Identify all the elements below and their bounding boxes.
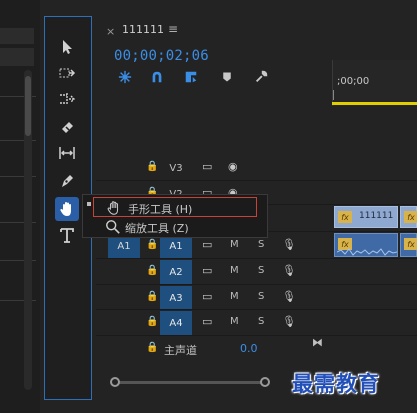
- track-divider: [96, 284, 417, 285]
- hand-tool-icon[interactable]: [55, 197, 79, 221]
- flyout-label: 缩放工具 (Z): [125, 222, 189, 235]
- mute-button[interactable]: M: [230, 265, 239, 276]
- slip-tool-icon[interactable]: [55, 141, 79, 165]
- watermark-text: 最需教育: [292, 371, 380, 396]
- ruler-timecode: ;00;00: [337, 76, 370, 87]
- selection-tool-icon[interactable]: [55, 35, 79, 59]
- playhead-timecode[interactable]: 00;00;02;06: [114, 48, 209, 64]
- track-divider: [96, 335, 417, 336]
- sync-lock-icon[interactable]: ▭: [202, 238, 212, 251]
- solo-button[interactable]: S: [258, 316, 264, 327]
- track-name-a4[interactable]: A4: [160, 311, 192, 335]
- mute-button[interactable]: M: [230, 291, 239, 302]
- voiceover-mic-icon[interactable]: 🎙: [282, 264, 296, 277]
- audio-waveform: [337, 248, 397, 256]
- master-track-label: 主声道: [164, 344, 197, 357]
- sync-lock-icon[interactable]: ▭: [202, 264, 212, 277]
- type-tool-icon[interactable]: [55, 223, 79, 247]
- track-row-a2: 🔒 A2 ▭ M S 🎙: [96, 260, 332, 284]
- razor-tool-icon[interactable]: [55, 115, 79, 139]
- track-row-v3: 🔒 V3 ▭ ◉: [96, 156, 332, 180]
- work-area-bar[interactable]: [332, 102, 417, 105]
- track-name-v3[interactable]: V3: [160, 156, 192, 180]
- scroll-handle-right[interactable]: [260, 377, 270, 387]
- hand-icon: [107, 201, 119, 215]
- sequence-tab-title[interactable]: 111111: [122, 23, 164, 36]
- track-divider: [96, 180, 417, 181]
- linked-selection-icon[interactable]: [182, 68, 200, 86]
- track-name-a2[interactable]: A2: [160, 260, 192, 284]
- panel-field-strip: [0, 48, 34, 66]
- mute-button[interactable]: M: [230, 239, 239, 250]
- sync-lock-icon[interactable]: ▭: [202, 290, 212, 303]
- video-clip[interactable]: fx 111111: [334, 206, 398, 228]
- track-divider: [96, 258, 417, 259]
- close-tab-icon[interactable]: ×: [106, 25, 115, 38]
- flyout-item-hand-tool[interactable]: 手形工具 (H): [93, 197, 257, 217]
- track-lock-icon[interactable]: 🔒: [146, 316, 158, 327]
- flyout-item-zoom-tool[interactable]: 缩放工具 (Z): [83, 217, 267, 237]
- video-clip[interactable]: fx: [400, 206, 417, 228]
- active-tool-dot: [87, 202, 91, 206]
- snap-magnet-icon[interactable]: [148, 68, 166, 86]
- track-select-forward-tool-icon[interactable]: [55, 61, 79, 85]
- zoom-scroll-bar[interactable]: [110, 376, 270, 388]
- magnifier-icon: [106, 220, 120, 234]
- track-lock-icon[interactable]: 🔒: [146, 291, 158, 302]
- track-name-a3[interactable]: A3: [160, 286, 192, 310]
- ruler-tick: [333, 90, 334, 100]
- track-divider: [96, 309, 417, 310]
- wrench-settings-icon[interactable]: [252, 68, 270, 86]
- project-panel-edge: [0, 0, 40, 413]
- fx-badge: fx: [404, 211, 417, 223]
- audio-clip[interactable]: fx: [334, 233, 398, 257]
- flyout-label: 手形工具 (H): [128, 203, 193, 216]
- track-lock-icon[interactable]: 🔒: [146, 265, 158, 276]
- project-panel-scrollbar[interactable]: [24, 70, 32, 390]
- pen-tool-icon[interactable]: [55, 169, 79, 193]
- solo-button[interactable]: S: [258, 265, 264, 276]
- clip-name: 111111: [359, 211, 394, 221]
- audio-clip[interactable]: fx: [400, 233, 417, 257]
- solo-button[interactable]: S: [258, 291, 264, 302]
- master-volume-value[interactable]: 0.0: [240, 342, 258, 355]
- fx-badge: fx: [404, 238, 417, 250]
- solo-button[interactable]: S: [258, 239, 264, 250]
- mute-button[interactable]: M: [230, 316, 239, 327]
- time-ruler[interactable]: ;00;00: [332, 60, 417, 106]
- go-to-edit-point-icon[interactable]: ⧓: [312, 336, 323, 349]
- track-row-a4: 🔒 A4 ▭ M S 🎙: [96, 311, 332, 335]
- hand-tool-flyout: 手形工具 (H) 缩放工具 (Z): [82, 194, 268, 238]
- track-lock-icon[interactable]: 🔒: [146, 342, 158, 353]
- track-lock-icon[interactable]: 🔒: [146, 161, 158, 172]
- nest-sequence-icon[interactable]: [116, 68, 134, 86]
- timeline-tab-bar: × 111111 ≡: [96, 16, 417, 46]
- track-row-a3: 🔒 A3 ▭ M S 🎙: [96, 286, 332, 310]
- sync-lock-icon[interactable]: ▭: [202, 315, 212, 328]
- scroll-rail[interactable]: [116, 381, 264, 384]
- voiceover-mic-icon[interactable]: 🎙: [282, 238, 296, 251]
- panel-header-strip: [0, 28, 34, 44]
- voiceover-mic-icon[interactable]: 🎙: [282, 290, 296, 303]
- eye-icon[interactable]: ◉: [228, 160, 238, 173]
- panel-menu-icon[interactable]: ≡: [168, 22, 178, 36]
- track-lock-icon[interactable]: 🔒: [146, 239, 158, 250]
- scroll-handle-left[interactable]: [110, 377, 120, 387]
- sync-lock-icon[interactable]: ▭: [202, 160, 212, 173]
- scrollbar-thumb[interactable]: [25, 76, 31, 136]
- ripple-edit-tool-icon[interactable]: [55, 87, 79, 111]
- fx-badge: fx: [338, 211, 352, 223]
- add-marker-icon[interactable]: [218, 68, 236, 86]
- voiceover-mic-icon[interactable]: 🎙: [282, 315, 296, 328]
